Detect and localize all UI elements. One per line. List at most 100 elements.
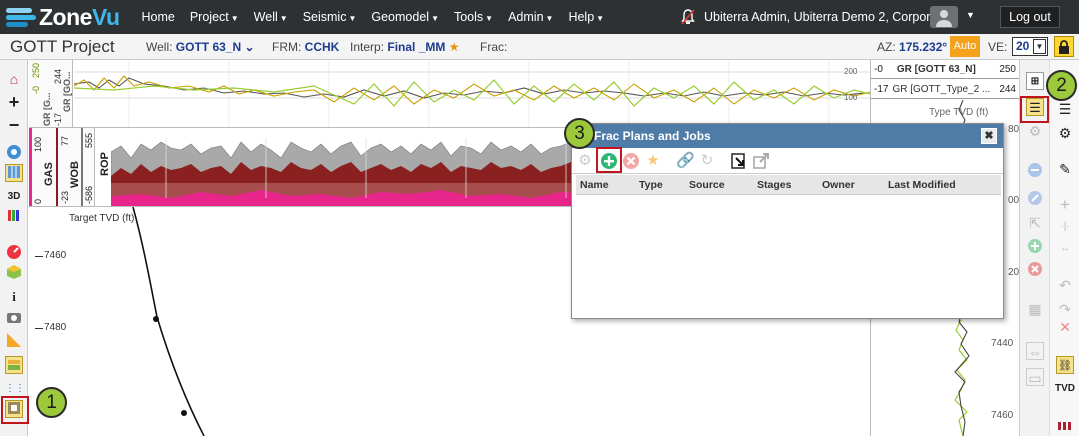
- legend-row-1: -17 GR [GOTT_Type_2 ... 244: [871, 80, 1019, 99]
- wob-label: WOB: [69, 161, 81, 188]
- highlight-frac-tool: [1, 396, 29, 424]
- 3d-view-icon[interactable]: 3D: [5, 188, 23, 206]
- refresh-icon[interactable]: ↻: [698, 152, 716, 170]
- user-avatar[interactable]: [930, 6, 958, 28]
- logo-text-zone: Zone: [39, 3, 92, 30]
- gear-icon[interactable]: ⚙: [1056, 124, 1074, 142]
- remove-circle-icon: [623, 153, 639, 169]
- gas-max: 100: [33, 136, 43, 152]
- clear-icon[interactable]: ✕: [1056, 318, 1074, 336]
- nav-well[interactable]: Well ▼: [254, 10, 288, 24]
- gr-log-track[interactable]: -0 250 GR [G... -17 244 GR [GO... 200 10…: [29, 60, 870, 128]
- compass-icon[interactable]: [5, 144, 23, 162]
- lock-icon: [1059, 40, 1069, 54]
- interp-selector[interactable]: Interp: Final _MM ★: [350, 40, 460, 54]
- layers-icon[interactable]: [5, 356, 23, 374]
- nav-tools[interactable]: Tools ▼: [454, 10, 493, 24]
- well-selector[interactable]: Well: GOTT 63_N ⌄: [146, 40, 255, 54]
- cube-icon[interactable]: [5, 264, 23, 282]
- col-name[interactable]: Name: [580, 179, 609, 191]
- dialog-close-button[interactable]: ✖: [981, 128, 997, 144]
- caret-down-icon: ▼: [596, 14, 605, 23]
- import-icon[interactable]: [730, 152, 748, 170]
- col-owner[interactable]: Owner: [822, 179, 855, 191]
- favorite-star-icon[interactable]: ★: [644, 152, 662, 170]
- redo-icon[interactable]: ↷: [1056, 300, 1074, 318]
- link-icon[interactable]: 🔗: [676, 152, 695, 170]
- edit-circle-icon[interactable]: [1026, 190, 1044, 208]
- wob-color-bar: [56, 128, 58, 206]
- nav-geomodel[interactable]: Geomodel ▼: [371, 10, 439, 24]
- gr-b-min: -17: [53, 112, 63, 126]
- col-type[interactable]: Type: [639, 179, 663, 191]
- nav-help[interactable]: Help ▼: [568, 10, 604, 24]
- project-bar: GOTT Project Well: GOTT 63_N ⌄ FRM: CCHK…: [0, 34, 1079, 60]
- home-icon[interactable]: ⌂: [5, 70, 23, 88]
- minus-circle-icon[interactable]: [1026, 162, 1044, 180]
- zoom-in-icon[interactable]: +: [5, 93, 23, 111]
- caret-down-icon: ▼: [431, 14, 439, 23]
- nav-project[interactable]: Project ▼: [190, 10, 239, 24]
- link-off-icon[interactable]: ⛓: [1056, 356, 1074, 374]
- gauge-icon[interactable]: [5, 244, 23, 262]
- collapse-horizontal-icon[interactable]: ·|·: [1056, 218, 1074, 236]
- ruler-icon[interactable]: [5, 332, 23, 350]
- table-icon[interactable]: ▦: [1026, 300, 1044, 318]
- gas-color-bar: [29, 128, 32, 206]
- project-title: GOTT Project: [10, 37, 115, 56]
- caret-down-icon: ▼: [485, 14, 494, 23]
- zoom-out-icon[interactable]: −: [5, 116, 23, 134]
- color-bars-icon[interactable]: [5, 208, 23, 226]
- col-stages[interactable]: Stages: [757, 179, 791, 191]
- move-icon[interactable]: +: [1056, 196, 1074, 214]
- nav-admin[interactable]: Admin ▼: [508, 10, 553, 24]
- caret-down-icon: ▼: [545, 14, 554, 23]
- frm-selector[interactable]: FRM: CCHK: [272, 40, 339, 54]
- settings-icon[interactable]: ⚙: [1026, 122, 1044, 140]
- nav-seismic[interactable]: Seismic ▼: [303, 10, 357, 24]
- grid-view-icon[interactable]: [5, 164, 23, 182]
- frac-table-header: Name Type Source Stages Owner Last Modif…: [576, 175, 1001, 195]
- tvd-toggle-icon[interactable]: TVD: [1054, 380, 1076, 398]
- nav-home[interactable]: Home: [142, 10, 175, 24]
- ve-select[interactable]: 20 ▼: [1012, 37, 1048, 56]
- undo-icon[interactable]: ↶: [1056, 276, 1074, 294]
- track1-scale-top: 200: [844, 67, 858, 76]
- add-circle-icon[interactable]: [1026, 238, 1044, 256]
- rop-max: 555: [84, 132, 94, 148]
- frame-icon[interactable]: ▭: [1026, 368, 1044, 386]
- list-icon[interactable]: ☰: [1056, 100, 1074, 118]
- col-last-modified[interactable]: Last Modified: [888, 179, 956, 191]
- logo-text-vu: Vu: [91, 3, 120, 30]
- external-link-icon[interactable]: ⇱: [1026, 214, 1044, 232]
- camera-icon[interactable]: [5, 310, 23, 328]
- logout-button[interactable]: Log out: [1000, 6, 1060, 28]
- avatar-caret-icon[interactable]: ▼: [966, 10, 975, 20]
- col-source[interactable]: Source: [689, 179, 725, 191]
- callout-2: 2: [1046, 70, 1077, 101]
- user-info[interactable]: Ubiterra Admin, Ubiterra Demo 2, Corpora…: [680, 9, 948, 25]
- user-name: Ubiterra Admin, Ubiterra Demo 2, Corpora…: [704, 10, 948, 24]
- dialog-title: Frac Plans and Jobs: [572, 124, 1003, 148]
- star-icon: ★: [448, 40, 460, 54]
- callout-3: 3: [564, 118, 595, 149]
- delete-frac-button[interactable]: [622, 152, 640, 170]
- color-chart-icon[interactable]: [1056, 416, 1074, 434]
- auto-button[interactable]: Auto: [950, 36, 980, 57]
- frac-icon[interactable]: ⊞: [1026, 72, 1044, 90]
- azimuth-readout: AZ: 175.232°: [877, 40, 948, 54]
- pencil-icon[interactable]: ✎: [1056, 160, 1074, 178]
- zonevu-logo[interactable]: Zone Vu: [6, 0, 120, 34]
- gear-icon[interactable]: ⚙: [576, 152, 594, 170]
- rop-color-bar: [81, 128, 83, 206]
- notifications-off-icon: [681, 9, 695, 25]
- expand-horizontal-icon[interactable]: ↔: [1056, 240, 1074, 258]
- lock-button[interactable]: [1054, 36, 1074, 57]
- info-icon[interactable]: i: [5, 288, 23, 306]
- person-icon: [936, 10, 952, 27]
- split-icon[interactable]: ⇔: [1026, 342, 1044, 360]
- frac-selector[interactable]: Frac:: [480, 40, 507, 54]
- share-icon[interactable]: [752, 152, 770, 170]
- rop-min: -586: [84, 185, 94, 204]
- remove-circle-icon[interactable]: [1026, 261, 1044, 279]
